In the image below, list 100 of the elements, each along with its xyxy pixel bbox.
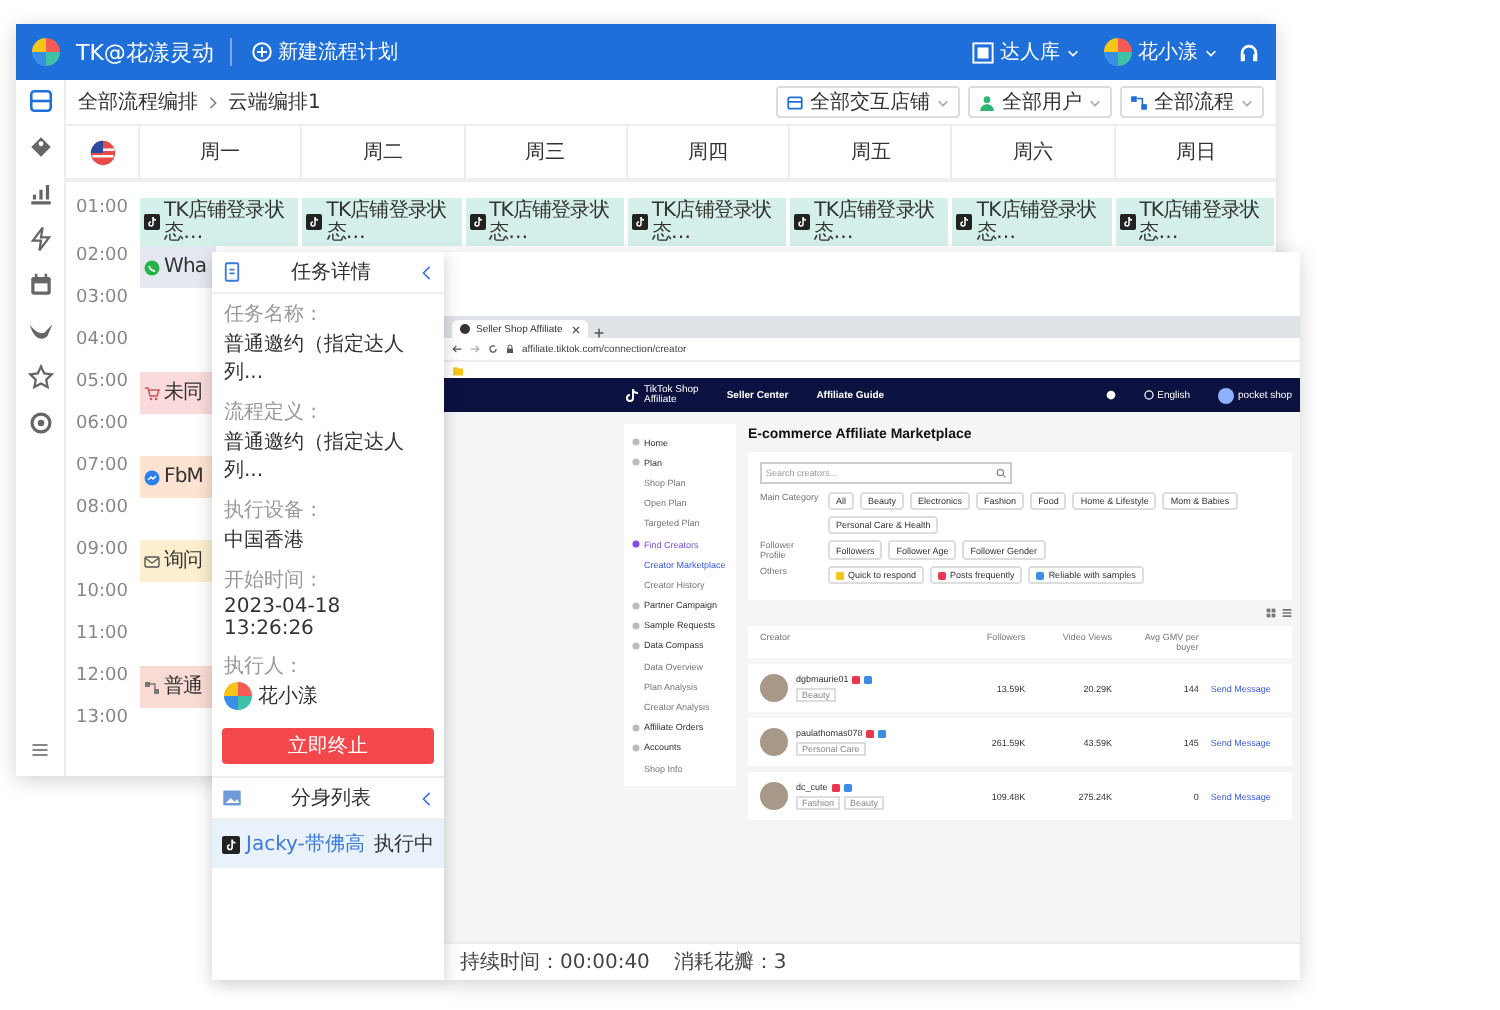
plus-icon[interactable] bbox=[594, 328, 604, 338]
verified-icon bbox=[843, 783, 852, 791]
event-label: TK店铺登录状态… bbox=[1139, 200, 1262, 244]
breadcrumb-link[interactable]: 全部流程编排 bbox=[78, 88, 198, 116]
verified-icon bbox=[878, 729, 887, 737]
image-icon bbox=[222, 788, 242, 808]
event-block[interactable]: 未同 bbox=[140, 372, 216, 414]
tiktok-icon bbox=[631, 214, 648, 230]
chart-icon[interactable] bbox=[27, 180, 53, 206]
tag-icon[interactable] bbox=[27, 134, 53, 160]
globe-icon bbox=[1143, 390, 1154, 400]
time-label: 11:00 bbox=[76, 624, 128, 644]
menu-dot-icon bbox=[632, 438, 640, 447]
lock-icon bbox=[506, 344, 514, 354]
day-header: 周一 bbox=[138, 126, 301, 178]
time-label: 13:00 bbox=[76, 708, 128, 728]
event-block[interactable]: TK店铺登录状态… bbox=[790, 198, 949, 246]
verified-icon bbox=[864, 675, 873, 683]
time-label: 10:00 bbox=[76, 582, 128, 602]
talent-library-menu[interactable]: 达人库 bbox=[968, 34, 1084, 70]
bolt-icon[interactable] bbox=[27, 226, 53, 252]
event-label: TK店铺登录状态… bbox=[651, 200, 774, 244]
event-block[interactable]: TK店铺登录状态… bbox=[1115, 198, 1274, 246]
close-icon[interactable] bbox=[572, 325, 580, 333]
tiktok-icon bbox=[222, 835, 240, 853]
reload-icon[interactable] bbox=[488, 344, 498, 354]
day-header: 周五 bbox=[788, 126, 951, 178]
day-header: 周四 bbox=[625, 126, 789, 178]
time-label: 03:00 bbox=[76, 288, 128, 308]
day-header: 周三 bbox=[463, 126, 626, 178]
event-block[interactable]: 普通 bbox=[140, 666, 216, 708]
star-icon[interactable] bbox=[27, 364, 53, 390]
back-chevron-icon[interactable] bbox=[420, 789, 434, 807]
stop-button[interactable]: 立即终止 bbox=[222, 728, 434, 764]
panel-title: 任务详情 bbox=[289, 259, 373, 286]
time-label: 01:00 bbox=[76, 198, 128, 218]
avatar-icon bbox=[1104, 38, 1132, 66]
event-label: 询问 bbox=[164, 550, 203, 572]
caret-icon bbox=[1204, 45, 1218, 59]
field-label: 开始时间 : bbox=[224, 570, 318, 592]
time-label: 09:00 bbox=[76, 540, 128, 560]
flag-icon bbox=[89, 139, 115, 165]
event-block[interactable]: TK店铺登录状态… bbox=[952, 198, 1112, 246]
plus-circle-icon bbox=[251, 42, 272, 62]
tiktok-icon bbox=[794, 214, 811, 230]
library-icon bbox=[972, 41, 994, 63]
clone-name: Jacky-带佛高 bbox=[246, 831, 367, 858]
new-plan-button[interactable]: 新建流程计划 bbox=[247, 34, 402, 70]
user-menu[interactable]: 花小漾 bbox=[1100, 34, 1222, 70]
avatar-placeholder bbox=[760, 782, 788, 810]
clone-status: 执行中 bbox=[374, 831, 434, 858]
event-block[interactable]: 询问 bbox=[140, 540, 216, 582]
time-label: 05:00 bbox=[76, 372, 128, 392]
field-value: 花小漾 bbox=[258, 683, 318, 710]
event-label: TK店铺登录状态… bbox=[326, 200, 449, 244]
event-label: 普通 bbox=[164, 676, 203, 698]
headset-icon[interactable] bbox=[1238, 41, 1260, 63]
field-label: 执行设备 : bbox=[224, 500, 318, 522]
tiktok-icon bbox=[306, 214, 323, 230]
panel-title: 分身列表 bbox=[289, 785, 373, 812]
window-icon[interactable] bbox=[27, 88, 53, 114]
filter-dropdown[interactable]: 全部流程 bbox=[1120, 86, 1264, 118]
event-label: 未同 bbox=[164, 382, 203, 404]
clone-list-item[interactable]: Jacky-带佛高 执行中 bbox=[212, 820, 444, 868]
user-icon bbox=[978, 93, 996, 111]
badge-icon bbox=[866, 729, 875, 737]
badge-icon bbox=[831, 783, 840, 791]
tiktok-icon bbox=[1119, 214, 1136, 230]
event-label: TK店铺登录状态… bbox=[164, 200, 286, 244]
cart-icon bbox=[144, 385, 160, 401]
field-value: 2023-04-18 13:26:26 bbox=[224, 596, 343, 640]
field-value: 中国香港 bbox=[224, 527, 304, 554]
list-view-icon[interactable] bbox=[1282, 608, 1292, 618]
event-block[interactable]: TK店铺登录状态… bbox=[627, 198, 787, 246]
day-header: 周六 bbox=[950, 126, 1114, 178]
favicon-icon bbox=[460, 324, 470, 334]
time-label: 06:00 bbox=[76, 414, 128, 434]
event-label: TK店铺登录状态… bbox=[489, 200, 611, 244]
flow-icon bbox=[144, 679, 160, 695]
filter-dropdown[interactable]: 全部用户 bbox=[968, 86, 1112, 118]
event-block[interactable]: TK店铺登录状态… bbox=[465, 198, 624, 246]
chevron-right-icon bbox=[206, 95, 220, 109]
menu-icon[interactable] bbox=[30, 740, 50, 760]
event-block[interactable]: Wha bbox=[140, 246, 216, 288]
event-block[interactable]: FbM bbox=[140, 456, 216, 498]
menu-dot-icon bbox=[632, 743, 640, 752]
calendar-icon[interactable] bbox=[27, 272, 53, 298]
field-label: 任务名称 : bbox=[224, 304, 318, 326]
field-label: 执行人 : bbox=[224, 656, 298, 678]
back-arrow-icon[interactable] bbox=[452, 344, 462, 354]
field-value: 普通邀约（指定达人列... bbox=[224, 429, 406, 484]
back-chevron-icon[interactable] bbox=[420, 263, 434, 281]
tiktok-icon bbox=[469, 214, 486, 230]
badge-icon bbox=[852, 675, 861, 683]
event-block[interactable]: TK店铺登录状态… bbox=[302, 198, 462, 246]
note-logo-icon bbox=[624, 387, 640, 403]
filter-dropdown[interactable]: 全部交互店铺 bbox=[776, 86, 960, 118]
caret-icon bbox=[1240, 95, 1254, 109]
grid-view-icon[interactable] bbox=[1266, 608, 1276, 618]
event-block[interactable]: TK店铺登录状态… bbox=[140, 198, 299, 246]
